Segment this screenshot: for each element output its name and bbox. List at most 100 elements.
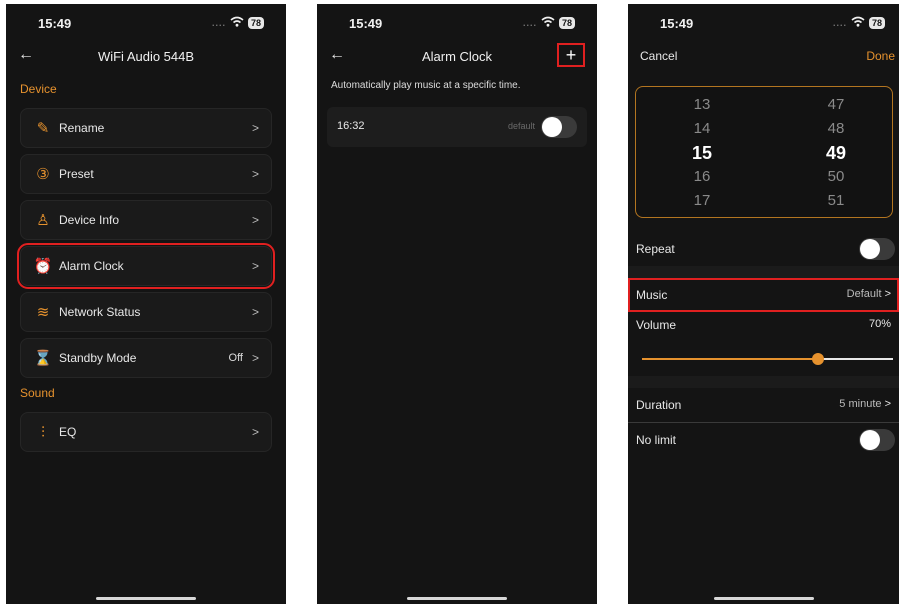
battery-icon: 78 [868, 16, 885, 29]
settings-item-rename[interactable]: ✎ Rename > [20, 108, 272, 148]
settings-item-label: Rename [59, 121, 105, 135]
nav-bar: Cancel Done [628, 40, 899, 74]
chevron-right-icon: > [251, 121, 259, 135]
battery-icon: 78 [558, 16, 575, 29]
toggle-knob [860, 239, 880, 259]
hour-option[interactable]: 16 [672, 165, 732, 189]
chevron-right-icon: > [884, 398, 891, 410]
signal-dots: .... [211, 17, 226, 28]
signal-dots: .... [832, 17, 847, 28]
settings-item-standby-mode[interactable]: ⌛ Standby Mode Off > [20, 338, 272, 378]
chevron-right-icon: > [884, 288, 891, 300]
signal-dots: .... [522, 17, 537, 28]
section-device-heading: Device [20, 82, 57, 96]
alarm-time: 16:32 [337, 120, 365, 132]
settings-item-label: EQ [59, 425, 77, 439]
alarm-edit-screen: 15:49 .... 78 Cancel Done 13 14 15 16 17… [628, 4, 899, 604]
hour-selected[interactable]: 15 [672, 141, 732, 165]
no-limit-toggle[interactable] [859, 429, 895, 451]
pencil-icon: ✎ [36, 120, 50, 137]
minute-selected[interactable]: 49 [806, 141, 866, 165]
status-time: 15:49 [660, 16, 694, 31]
person-icon: ♙ [36, 212, 50, 229]
time-picker[interactable]: 13 14 15 16 17 47 48 49 50 51 [635, 86, 893, 218]
battery-icon: 78 [247, 16, 264, 29]
section-sound-heading: Sound [20, 386, 55, 400]
duration-value: 5 minute > [839, 398, 891, 410]
nav-bar: ← Alarm Clock + [317, 40, 597, 74]
alarm-clock-icon: ⏰ [33, 258, 53, 275]
equalizer-icon: ⫶ [41, 423, 45, 441]
volume-row: Volume 70% [628, 312, 899, 376]
standby-mode-value: Off [228, 352, 243, 364]
alarm-item[interactable]: 16:32 default [327, 107, 587, 147]
repeat-toggle[interactable] [859, 238, 895, 260]
alarm-clock-screen: 15:49 .... 78 ← Alarm Clock + Automatica… [317, 4, 597, 604]
status-bar: 15:49 .... 78 [317, 4, 597, 40]
no-limit-label: No limit [636, 433, 677, 447]
settings-item-eq[interactable]: ⫶ EQ > [20, 412, 272, 452]
settings-item-label: Standby Mode [59, 351, 137, 365]
settings-item-label: Alarm Clock [59, 259, 124, 273]
section-separator [628, 376, 899, 388]
alarm-label: default [507, 121, 535, 131]
chevron-right-icon: > [251, 351, 259, 365]
settings-item-alarm-clock[interactable]: ⏰ Alarm Clock > [17, 243, 275, 289]
home-indicator [96, 597, 196, 600]
settings-item-label: Preset [59, 167, 94, 181]
settings-item-device-info[interactable]: ♙ Device Info > [20, 200, 272, 240]
toggle-knob [542, 117, 562, 137]
hour-option[interactable]: 14 [672, 117, 732, 141]
wifi-icon [851, 15, 865, 30]
wifi-icon [541, 15, 555, 30]
volume-slider[interactable] [642, 353, 893, 365]
music-value: Default > [846, 288, 891, 300]
alarm-toggle[interactable] [541, 116, 577, 138]
cancel-button[interactable]: Cancel [640, 49, 677, 63]
minute-option[interactable]: 47 [806, 93, 866, 117]
add-alarm-button[interactable]: + [557, 43, 585, 67]
chevron-right-icon: > [251, 259, 259, 273]
wifi-icon [230, 15, 244, 30]
chevron-right-icon: > [251, 305, 259, 319]
volume-slider-thumb[interactable] [811, 353, 824, 365]
status-bar: 15:49 .... 78 [628, 4, 899, 40]
duration-row[interactable]: Duration 5 minute > [628, 388, 899, 422]
section-separator [628, 266, 899, 278]
status-time: 15:49 [38, 16, 72, 31]
page-title: Alarm Clock [421, 49, 493, 64]
settings-item-label: Network Status [59, 305, 141, 319]
page-title: WiFi Audio 544B [97, 49, 195, 64]
duration-label: Duration [636, 398, 682, 412]
repeat-label: Repeat [636, 242, 675, 256]
preset-icon: ③ [36, 166, 50, 183]
volume-value: 70% [868, 318, 891, 330]
settings-item-network-status[interactable]: ≋ Network Status > [20, 292, 272, 332]
device-settings-screen: 15:49 .... 78 ← WiFi Audio 544B Device ✎… [6, 4, 286, 604]
minute-option[interactable]: 50 [806, 165, 866, 189]
hour-wheel[interactable]: 13 14 15 16 17 [672, 93, 732, 213]
no-limit-row: No limit [628, 423, 899, 457]
chevron-right-icon: > [251, 425, 259, 439]
home-indicator [713, 597, 814, 600]
hour-option[interactable]: 17 [672, 189, 732, 213]
volume-label: Volume [636, 318, 677, 332]
music-label: Music [636, 288, 668, 302]
status-time: 15:49 [349, 16, 383, 31]
wifi-icon: ≋ [36, 304, 50, 321]
hour-option[interactable]: 13 [672, 93, 732, 117]
done-button[interactable]: Done [866, 49, 895, 63]
home-indicator [407, 597, 507, 600]
chevron-right-icon: > [251, 213, 259, 227]
minute-option[interactable]: 51 [806, 189, 866, 213]
minute-wheel[interactable]: 47 48 49 50 51 [806, 93, 866, 213]
minute-option[interactable]: 48 [806, 117, 866, 141]
music-row[interactable]: Music Default > [628, 278, 899, 312]
alarm-description: Automatically play music at a specific t… [331, 80, 521, 91]
nav-bar: ← WiFi Audio 544B [6, 40, 286, 74]
toggle-knob [860, 430, 880, 450]
settings-item-preset[interactable]: ③ Preset > [20, 154, 272, 194]
hourglass-icon: ⌛ [33, 350, 53, 367]
repeat-row: Repeat [628, 232, 899, 266]
settings-item-label: Device Info [59, 213, 120, 227]
